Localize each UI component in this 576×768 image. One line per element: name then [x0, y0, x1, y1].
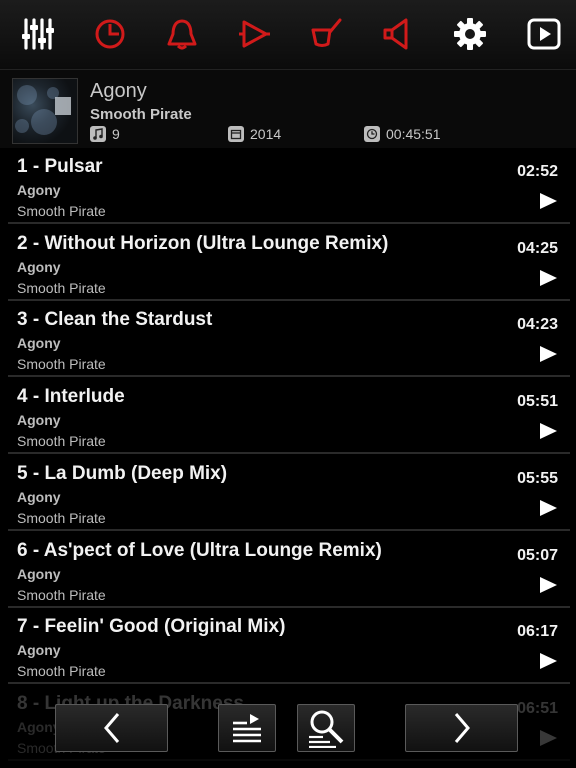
track-title: 1 - Pulsar [17, 156, 103, 177]
sleep-timer-button[interactable] [88, 12, 132, 56]
track-duration: 06:17 [517, 623, 558, 641]
track-album: Agony [17, 182, 61, 198]
play-icon [540, 576, 557, 593]
previous-button[interactable] [55, 704, 168, 752]
play-icon [540, 346, 557, 363]
volume-button[interactable] [376, 12, 420, 56]
next-button[interactable] [405, 704, 518, 752]
skin-brush-icon [311, 18, 342, 47]
album-title: Agony [90, 80, 147, 102]
track-title: 5 - La Dumb (Deep Mix) [17, 462, 228, 484]
playlist-queue-icon [233, 714, 261, 743]
top-toolbar [0, 0, 576, 70]
play-icon [540, 499, 557, 516]
track-row[interactable]: 7 - Feelin' Good (Original Mix) Agony Smoo… [8, 608, 570, 685]
album-header [0, 70, 576, 148]
play-icon [540, 729, 557, 746]
next-chevron-icon [454, 713, 470, 743]
equalizer-button[interactable] [16, 12, 60, 56]
track-artist: Smooth Pirate [17, 509, 106, 526]
track-play-button[interactable] [538, 576, 558, 594]
play-icon [540, 193, 557, 209]
album-year: 2014 [228, 126, 281, 142]
track-title: 3 - Clean the Stardust [17, 309, 213, 331]
track-row[interactable]: 6 - As'pect of Love (Ultra Lounge Remix)… [8, 532, 570, 608]
play-icon [540, 269, 557, 286]
album-cover[interactable] [12, 78, 78, 144]
track-play-button[interactable] [538, 499, 558, 517]
track-artist: Smooth Pirate [17, 356, 106, 373]
track-row[interactable]: 3 - Clean the Stardust Agony Smooth Pirate… [8, 301, 570, 378]
track-title: 2 - Without Horizon (Ultra Lounge Remix) [17, 232, 389, 254]
clock-icon [364, 126, 380, 142]
album-total-duration: 00:45:51 [364, 126, 441, 142]
settings-gear-icon [454, 18, 486, 50]
track-list[interactable]: 1 - Pulsar Agony Smooth Pirate 02:52 2 - Wit… [0, 148, 576, 768]
playback-mode-icon [239, 20, 270, 48]
music-note-icon [90, 126, 106, 142]
playlist-button[interactable] [218, 704, 276, 752]
track-artist: Smooth Pirate [17, 663, 106, 680]
track-artist: Smooth Pirate [17, 433, 106, 450]
now-playing-icon [527, 18, 561, 50]
track-artist: Smooth Pirate [17, 279, 106, 296]
track-album: Agony [17, 258, 61, 275]
track-duration: 06:51 [517, 699, 558, 717]
track-row[interactable]: 2 - Without Horizon (Ultra Lounge Remix)… [8, 225, 570, 301]
equalizer-icon [22, 18, 54, 50]
track-duration: 05:07 [517, 546, 558, 564]
album-artist: Smooth Pirate [90, 106, 192, 123]
track-album: Agony [17, 412, 61, 429]
search-button[interactable] [297, 704, 355, 752]
track-album: Agony [17, 335, 61, 352]
volume-icon [383, 18, 408, 50]
settings-button[interactable] [448, 12, 492, 56]
track-play-button[interactable] [538, 345, 558, 363]
now-playing-button[interactable] [522, 12, 566, 56]
track-play-button[interactable] [538, 422, 558, 440]
search-list-icon [309, 710, 344, 748]
track-play-button[interactable] [538, 652, 558, 670]
track-album: Agony [17, 642, 61, 659]
track-album: Agony [17, 565, 61, 582]
alarm-bell-icon [167, 19, 197, 50]
sleep-timer-icon [95, 19, 125, 49]
calendar-icon [228, 126, 244, 142]
album-track-count: 9 [90, 126, 120, 142]
track-duration: 04:23 [517, 316, 558, 334]
play-icon [540, 653, 557, 670]
previous-chevron-icon [103, 713, 119, 743]
track-row[interactable]: 4 - Interlude Agony Smooth Pirate 05:51 [8, 378, 570, 455]
track-duration: 05:55 [517, 469, 558, 487]
track-play-button[interactable] [538, 269, 558, 287]
track-row[interactable]: 1 - Pulsar Agony Smooth Pirate 02:52 [8, 148, 570, 224]
playback-mode-button[interactable] [232, 12, 276, 56]
track-duration: 05:51 [517, 393, 558, 411]
skin-button[interactable] [304, 12, 348, 56]
track-album: Agony [17, 488, 61, 505]
track-title: 7 - Feelin' Good (Original Mix) [17, 616, 286, 638]
track-title: 6 - As'pect of Love (Ultra Lounge Remix) [17, 539, 382, 561]
track-play-button[interactable] [538, 192, 558, 210]
track-play-button[interactable] [538, 729, 558, 747]
track-artist: Smooth Pirate [17, 586, 106, 603]
track-artist: Smooth Pirate [17, 203, 106, 219]
track-duration: 04:25 [517, 239, 558, 257]
track-duration: 02:52 [517, 163, 558, 180]
track-row[interactable]: 5 - La Dumb (Deep Mix) Agony Smooth Pirate… [8, 455, 570, 531]
play-icon [540, 423, 557, 440]
alarm-button[interactable] [160, 12, 204, 56]
track-title: 4 - Interlude [17, 386, 125, 408]
